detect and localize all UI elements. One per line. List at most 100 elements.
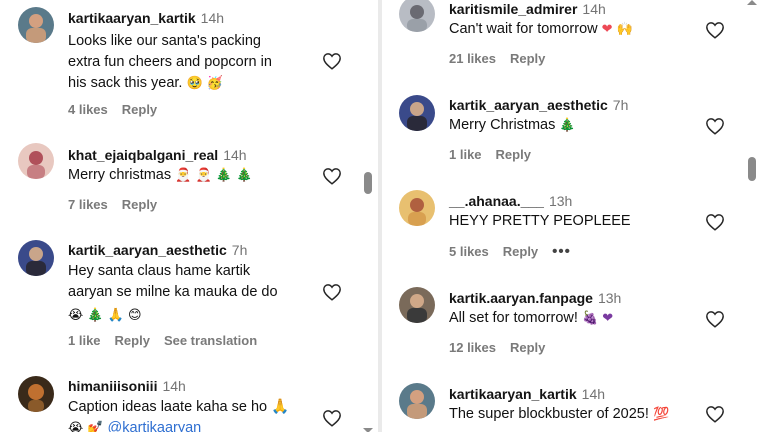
comment-username[interactable]: karitismile_admirer <box>449 1 577 17</box>
comment-username[interactable]: kartikaaryan_kartik <box>68 10 196 26</box>
comment-header: kartikaaryan_kartik 14h <box>449 385 605 403</box>
comment-text: Hey santa claus hame kartik aaryan se mi… <box>68 261 333 326</box>
reply-button[interactable]: Reply <box>510 51 545 66</box>
comment-emojis: 🥹 🥳 <box>186 76 223 91</box>
likes-count[interactable]: 21 likes <box>449 51 496 66</box>
comment-text: HEYY PRETTY PEOPLEEE <box>449 211 729 232</box>
comment-emojis: 😭 💅 <box>68 421 104 432</box>
comment-time: 7h <box>612 97 629 113</box>
comment-time: 13h <box>597 290 622 306</box>
comment-line: HEYY PRETTY PEOPLEEE <box>449 213 631 229</box>
like-heart-icon[interactable] <box>705 21 725 39</box>
avatar[interactable] <box>18 143 54 179</box>
comment-header: kartikaaryan_kartik 14h <box>68 9 224 27</box>
comment-username[interactable]: khat_ejaiqbalgani_real <box>68 147 218 163</box>
avatar[interactable] <box>399 95 435 131</box>
comment-line: Can't wait for tomorrow <box>449 21 598 37</box>
comment-text: Merry christmas 🎅 🎅 🎄 🎄 <box>68 165 333 186</box>
scrollbar-thumb[interactable] <box>364 172 372 194</box>
comment-header: himaniiisoniii 14h <box>68 377 186 395</box>
comment-time: 13h <box>548 193 573 209</box>
comment-meta: 5 likes Reply ••• <box>449 243 585 260</box>
avatar[interactable] <box>18 240 54 276</box>
comment-username[interactable]: kartik_aaryan_aesthetic <box>449 97 608 113</box>
likes-count[interactable]: 5 likes <box>449 244 489 259</box>
comment-text: Merry Christmas 🎄 <box>449 115 729 136</box>
comment-header: __.ahanaa.___ 13h <box>449 192 572 210</box>
scroll-down-arrow-icon[interactable] <box>363 428 373 432</box>
comment-username[interactable]: kartikaaryan_kartik <box>449 386 577 402</box>
comment-username[interactable]: himaniiisoniii <box>68 378 157 394</box>
comment-line: his sack this year. <box>68 75 183 91</box>
comment-meta: 12 likes Reply <box>449 340 559 355</box>
comment-time: 14h <box>200 10 225 26</box>
reply-button[interactable]: Reply <box>115 333 150 348</box>
reply-button[interactable]: Reply <box>510 340 545 355</box>
like-heart-icon[interactable] <box>705 310 725 328</box>
comment-meta: 21 likes Reply <box>449 51 559 66</box>
avatar[interactable] <box>18 7 54 43</box>
mention-link[interactable]: @kartikaaryan <box>108 420 202 432</box>
like-heart-icon[interactable] <box>705 117 725 135</box>
comment-line: extra fun cheers and popcorn in <box>68 54 272 70</box>
scrollbar-thumb[interactable] <box>748 157 756 181</box>
more-options-icon[interactable]: ••• <box>552 243 571 260</box>
comment-emojis: 🍇 ❤ <box>581 311 614 326</box>
comment-time: 14h <box>223 147 247 163</box>
comment-emojis: ❤ 🙌 <box>601 22 633 37</box>
like-heart-icon[interactable] <box>705 405 725 423</box>
scroll-up-arrow-icon[interactable] <box>747 0 757 5</box>
comment-time: 14h <box>581 386 606 402</box>
right-comment-panel: karitismile_admirer 14h Can't wait for to… <box>382 0 768 432</box>
comment-line: Caption ideas laate kaha se ho 🙏 <box>68 399 290 415</box>
likes-count[interactable]: 1 like <box>449 147 482 162</box>
comment-text: Caption ideas laate kaha se ho 🙏 😭 💅 @ka… <box>68 397 333 432</box>
reply-button[interactable]: Reply <box>122 102 157 117</box>
likes-count[interactable]: 4 likes <box>68 102 108 117</box>
comment-meta: 1 like Reply <box>449 147 545 162</box>
comment-header: kartik_aaryan_aesthetic 7h <box>449 96 628 114</box>
comment-meta: 4 likes Reply <box>68 102 171 117</box>
avatar[interactable] <box>18 376 54 412</box>
like-heart-icon[interactable] <box>322 409 342 427</box>
comment-emojis: 🎄 <box>559 118 576 133</box>
avatar[interactable] <box>399 190 435 226</box>
comment-emojis: 🎅 🎅 🎄 🎄 <box>175 168 253 183</box>
comment-line: All set for tomorrow! <box>449 310 578 326</box>
likes-count[interactable]: 12 likes <box>449 340 496 355</box>
avatar[interactable] <box>399 0 435 32</box>
comment-header: khat_ejaiqbalgani_real 14h <box>68 146 247 164</box>
avatar[interactable] <box>399 383 435 419</box>
comment-line: Merry christmas <box>68 167 172 183</box>
reply-button[interactable]: Reply <box>503 244 538 259</box>
comment-line: aaryan se milne ka mauka de do <box>68 284 278 300</box>
comment-line: Looks like our santa's packing <box>68 33 261 49</box>
comment-line: Merry Christmas <box>449 117 556 133</box>
comment-username[interactable]: kartik_aaryan_aesthetic <box>68 242 227 258</box>
comment-header: kartik.aaryan.fanpage 13h <box>449 289 621 307</box>
likes-count[interactable]: 1 like <box>68 333 101 348</box>
reply-button[interactable]: Reply <box>122 197 157 212</box>
avatar[interactable] <box>399 287 435 323</box>
comment-text: Looks like our santa's packing extra fun… <box>68 31 333 94</box>
left-comment-panel: kartikaaryan_kartik 14h Looks like our sa… <box>0 0 378 432</box>
like-heart-icon[interactable] <box>322 283 342 301</box>
comment-meta: 1 like Reply See translation <box>68 333 271 348</box>
comment-header: karitismile_admirer 14h <box>449 0 606 18</box>
comment-meta: 7 likes Reply <box>68 197 171 212</box>
likes-count[interactable]: 7 likes <box>68 197 108 212</box>
like-heart-icon[interactable] <box>322 52 342 70</box>
comment-username[interactable]: __.ahanaa.___ <box>449 193 544 209</box>
comment-line: Hey santa claus hame kartik <box>68 263 251 279</box>
like-heart-icon[interactable] <box>322 167 342 185</box>
comment-text: The super blockbuster of 2025! 💯 <box>449 404 729 425</box>
comment-username[interactable]: kartik.aaryan.fanpage <box>449 290 593 306</box>
like-heart-icon[interactable] <box>705 213 725 231</box>
see-translation-button[interactable]: See translation <box>164 333 257 348</box>
reply-button[interactable]: Reply <box>496 147 531 162</box>
comment-emojis: 💯 <box>652 407 670 422</box>
comment-line: The super blockbuster of 2025! <box>449 406 649 422</box>
comment-text: Can't wait for tomorrow ❤ 🙌 <box>449 19 729 40</box>
comment-text: All set for tomorrow! 🍇 ❤ <box>449 308 729 329</box>
comment-header: kartik_aaryan_aesthetic 7h <box>68 241 247 259</box>
